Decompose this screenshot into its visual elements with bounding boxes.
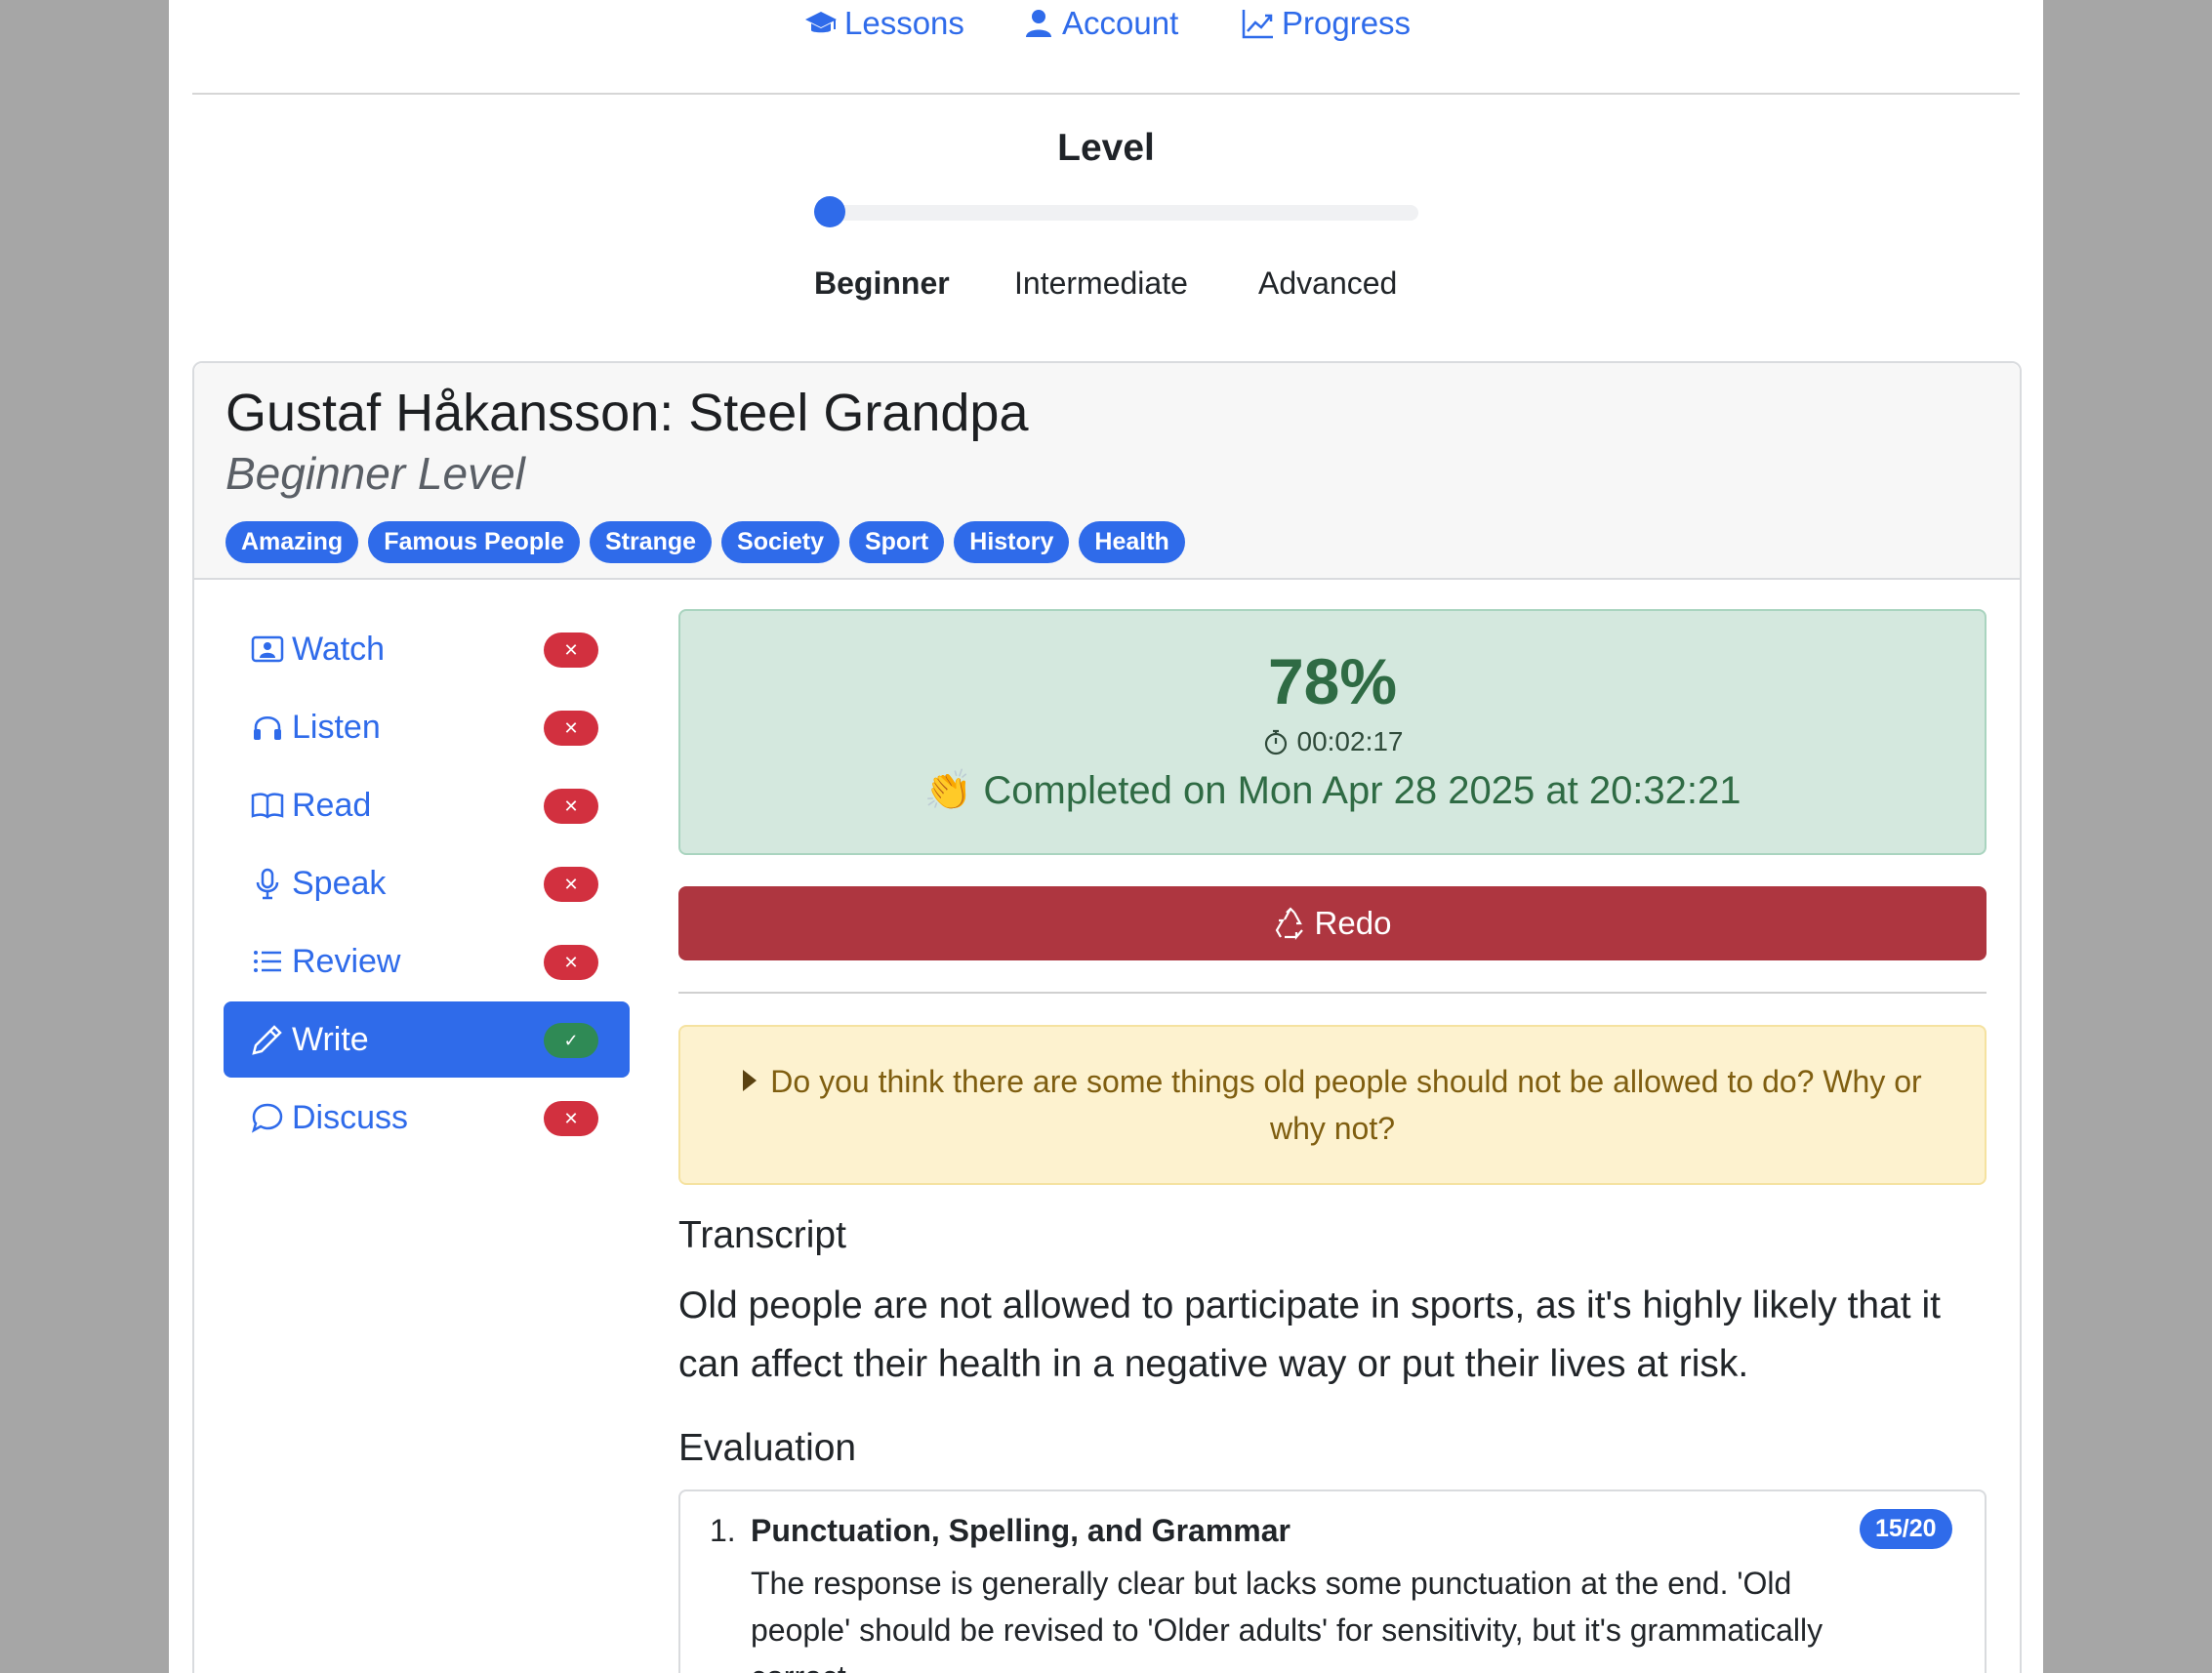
result-box: 78% 00:02:17 👏 Completed on Mon Apr 28 2… [678, 609, 1987, 855]
status-check-icon: ✓ [544, 1023, 598, 1058]
nav-account-label: Account [1062, 5, 1179, 41]
tag-sport[interactable]: Sport [848, 521, 945, 563]
nav-progress-label: Progress [1282, 5, 1412, 41]
pencil-icon [251, 1022, 286, 1057]
headphones-icon [251, 710, 286, 745]
sidebar-item-label: Listen [292, 708, 381, 746]
clap-icon: 👏 [923, 769, 973, 812]
evaluation-list: 1. Punctuation, Spelling, and Grammar 15… [678, 1489, 1987, 1673]
duration: 00:02:17 [680, 726, 1985, 757]
score-percent: 78% [1267, 645, 1398, 717]
level-option-beginner[interactable]: Beginner [814, 265, 950, 302]
recycle-icon [1275, 907, 1303, 940]
evaluation-score-badge: 15/20 [1860, 1509, 1952, 1549]
sidebar-item-label: Review [292, 942, 401, 980]
tag-list: Amazing Famous People Strange Society Sp… [225, 521, 1185, 563]
level-title: Level [1057, 127, 1155, 169]
sidebar-item-watch[interactable]: Watch ✕ [224, 611, 630, 687]
nav-progress-link[interactable]: Progress [1241, 4, 1411, 43]
evaluation-title: Punctuation, Spelling, and Grammar [751, 1513, 1290, 1548]
divider [192, 93, 2020, 95]
sidebar-item-listen[interactable]: Listen ✕ [224, 689, 630, 765]
evaluation-number: 1. [710, 1513, 736, 1548]
sidebar-item-speak[interactable]: Speak ✕ [224, 845, 630, 921]
mic-icon [251, 866, 286, 901]
graduation-cap-icon [805, 12, 837, 33]
duration-value: 00:02:17 [1296, 726, 1404, 756]
stopwatch-icon [1264, 729, 1287, 755]
video-icon [251, 632, 286, 667]
nav-lessons-link[interactable]: Lessons [803, 4, 964, 43]
sidebar-item-discuss[interactable]: Discuss ✕ [224, 1080, 630, 1156]
completed-text: Completed on Mon Apr 28 2025 at 20:32:21 [983, 769, 1741, 812]
tag-amazing[interactable]: Amazing [225, 521, 359, 563]
sidebar-item-label: Speak [292, 864, 387, 902]
chart-line-icon [1242, 10, 1273, 39]
sidebar-item-read[interactable]: Read ✕ [224, 767, 630, 843]
level-option-advanced[interactable]: Advanced [1258, 265, 1397, 302]
transcript-text: Old people are not allowed to participat… [678, 1285, 1941, 1385]
lesson-subtitle: Beginner Level [225, 448, 525, 499]
book-icon [251, 788, 286, 823]
level-option-intermediate[interactable]: Intermediate [1014, 265, 1188, 302]
status-x-icon: ✕ [544, 632, 598, 668]
evaluation-heading: Evaluation [678, 1427, 857, 1469]
list-icon [251, 944, 286, 979]
divider [678, 992, 1987, 994]
tag-strange[interactable]: Strange [589, 521, 713, 563]
sidebar-item-label: Discuss [292, 1098, 409, 1136]
nav-account-link[interactable]: Account [1021, 4, 1178, 43]
top-nav: Lessons Account Progress [169, 0, 2043, 49]
sidebar-item-review[interactable]: Review ✕ [224, 923, 630, 1000]
writing-prompt-text: Do you think there are some things old p… [770, 1064, 1922, 1146]
status-x-icon: ✕ [544, 945, 598, 980]
tag-famous-people[interactable]: Famous People [368, 521, 580, 563]
sidebar-item-label: Write [292, 1020, 369, 1058]
user-icon [1026, 10, 1051, 37]
sidebar-item-label: Read [292, 786, 372, 824]
page: Lessons Account Progress Level Beginner … [169, 0, 2043, 1673]
redo-button[interactable]: Redo [678, 886, 1987, 960]
writing-prompt[interactable]: Do you think there are some things old p… [678, 1025, 1987, 1185]
lesson-header: Gustaf Håkansson: Steel Grandpa Beginner… [194, 363, 2020, 580]
status-x-icon: ✕ [544, 711, 598, 746]
tag-history[interactable]: History [954, 521, 1070, 563]
evaluation-body: The response is generally clear but lack… [751, 1566, 1823, 1673]
nav-lessons-label: Lessons [844, 5, 964, 41]
sidebar-item-label: Watch [292, 630, 386, 668]
chat-icon [251, 1100, 286, 1135]
tag-society[interactable]: Society [721, 521, 840, 563]
level-slider-track[interactable] [833, 205, 1418, 221]
level-slider-thumb[interactable] [814, 196, 845, 227]
writing-prompt-content: Do you think there are some things old p… [727, 1058, 1938, 1152]
sidebar-item-write[interactable]: Write ✓ [224, 1001, 630, 1078]
caret-right-icon [743, 1070, 758, 1091]
status-x-icon: ✕ [544, 867, 598, 902]
lesson-title: Gustaf Håkansson: Steel Grandpa [225, 384, 1029, 442]
tag-health[interactable]: Health [1079, 521, 1185, 563]
status-x-icon: ✕ [544, 789, 598, 824]
transcript-heading: Transcript [678, 1214, 846, 1256]
completed-line: 👏 Completed on Mon Apr 28 2025 at 20:32:… [680, 767, 1985, 813]
redo-label: Redo [1314, 905, 1392, 941]
status-x-icon: ✕ [544, 1101, 598, 1136]
activity-sidebar: Watch ✕ Listen ✕ Read ✕ Speak ✕ Review ✕… [224, 611, 630, 1158]
